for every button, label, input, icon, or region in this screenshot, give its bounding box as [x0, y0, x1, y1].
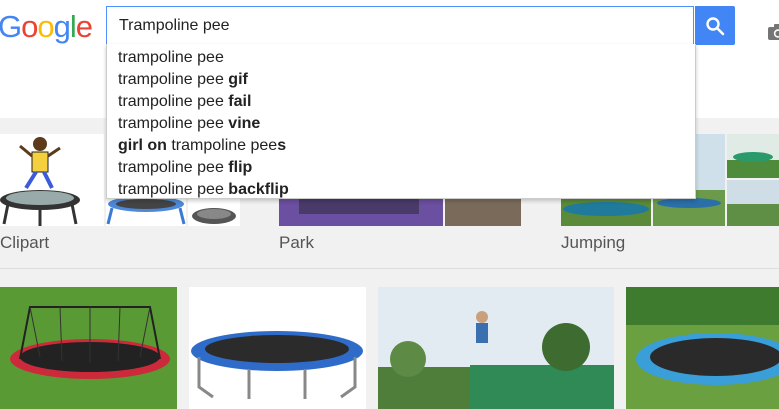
image-result-3[interactable] — [378, 287, 614, 409]
suggestion-item[interactable]: trampoline pee flip — [118, 158, 252, 178]
suggestion-text: trampoline pee — [166, 137, 278, 154]
jumping-person-image — [378, 287, 614, 409]
suggestion-text: trampoline pee — [118, 159, 229, 176]
camera-icon[interactable] — [767, 23, 779, 41]
suggestion-text: trampoline pee — [118, 49, 224, 66]
suggestion-text: trampoline pee — [118, 71, 229, 88]
suggestion-item[interactable]: trampoline pee backflip — [118, 180, 289, 200]
suggestion-item[interactable]: trampoline pee gif — [118, 70, 248, 90]
suggestion-completion: flip — [228, 159, 253, 176]
trampoline-clipart-image — [0, 137, 80, 226]
jumping-image-4[interactable] — [727, 180, 779, 226]
suggestion-item[interactable]: trampoline pee fail — [118, 92, 251, 112]
clipart-image-1[interactable] — [0, 134, 104, 226]
logo-letter: o — [37, 9, 54, 44]
autocomplete-dropdown: trampoline pee trampoline pee gif trampo… — [106, 44, 696, 199]
row-divider — [0, 268, 779, 269]
category-label-jumping[interactable]: Jumping — [561, 233, 625, 253]
image-result-4[interactable] — [626, 287, 779, 409]
search-input[interactable] — [117, 11, 651, 41]
category-label-park[interactable]: Park — [279, 233, 314, 253]
suggestion-text: trampoline pee — [118, 181, 229, 198]
suggestion-completion: gif — [228, 71, 248, 88]
blue-pad-trampoline-image — [191, 331, 363, 399]
category-label-clipart[interactable]: Clipart — [0, 233, 49, 253]
suggestion-text: trampoline pee — [118, 115, 229, 132]
logo-letter: g — [53, 9, 71, 44]
park-image-2[interactable] — [445, 196, 521, 226]
enclosed-trampoline-image — [0, 287, 177, 409]
google-logo[interactable]: Google — [0, 9, 93, 45]
suggestion-item[interactable]: trampoline pee — [118, 48, 224, 68]
jumping-image-3[interactable] — [727, 134, 779, 178]
magnifier-icon — [706, 16, 725, 35]
logo-letter: e — [75, 9, 93, 44]
suggestion-completion: backflip — [228, 181, 289, 198]
image-result-2[interactable] — [189, 287, 366, 409]
logo-letter: G — [0, 9, 22, 44]
suggestion-completion: fail — [228, 93, 252, 110]
image-result-1[interactable] — [0, 287, 177, 409]
suggestion-item[interactable]: girl on trampoline pees — [118, 136, 286, 156]
suggestion-completion: vine — [228, 115, 261, 132]
suggestion-item[interactable]: trampoline pee vine — [118, 114, 260, 134]
suggestion-text: trampoline pee — [118, 93, 229, 110]
garden-trampoline-image — [626, 287, 779, 409]
logo-letter: o — [21, 9, 38, 44]
suggestion-completion: s — [277, 137, 287, 154]
park-image-1[interactable] — [279, 196, 443, 226]
suggestion-completion: girl on — [118, 137, 167, 154]
search-box — [106, 6, 779, 44]
search-button[interactable] — [695, 6, 735, 45]
